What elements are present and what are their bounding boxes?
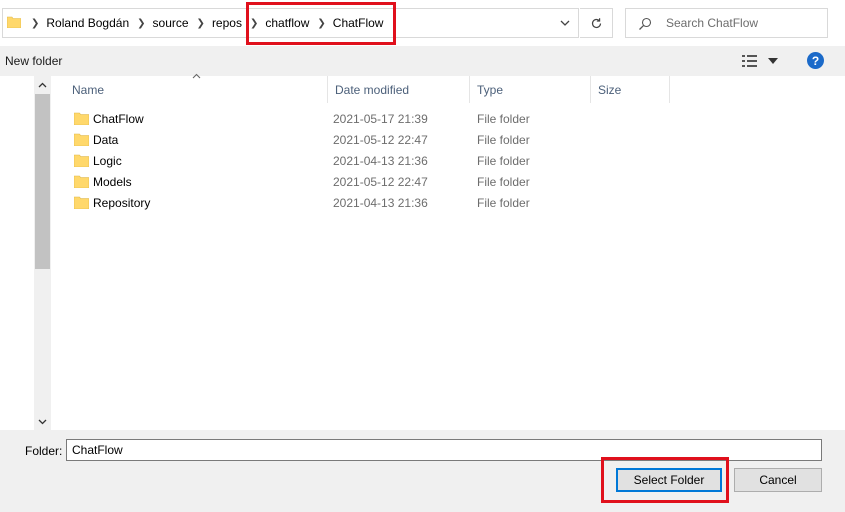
item-type: File folder (477, 133, 530, 147)
item-date: 2021-05-12 22:47 (333, 175, 428, 189)
details-view-icon (742, 55, 757, 67)
item-date: 2021-04-13 21:36 (333, 154, 428, 168)
search-icon (639, 17, 652, 30)
item-name: ChatFlow (93, 112, 144, 126)
item-date: 2021-05-17 21:39 (333, 112, 428, 126)
list-item[interactable]: Models 2021-05-12 22:47 File folder (51, 171, 671, 192)
item-type: File folder (477, 112, 530, 126)
folder-icon (74, 112, 89, 125)
list-item[interactable]: Logic 2021-04-13 21:36 File folder (51, 150, 671, 171)
vertical-scrollbar[interactable] (34, 76, 51, 430)
caret-down-icon (768, 58, 778, 64)
folder-label: Folder: (25, 444, 63, 458)
item-name: Repository (93, 196, 151, 210)
chevron-up-icon (38, 82, 47, 87)
view-options-button[interactable] (742, 52, 782, 70)
breadcrumb-item-chatflow[interactable]: chatflow (265, 16, 309, 30)
chevron-right-icon[interactable]: ❯ (137, 18, 145, 29)
breadcrumb-item-source[interactable]: source (153, 16, 189, 30)
folder-icon (74, 133, 89, 146)
item-type: File folder (477, 196, 530, 210)
chevron-right-icon[interactable]: ❯ (317, 18, 325, 29)
column-header-date-modified[interactable]: Date modified (328, 76, 470, 103)
item-date: 2021-04-13 21:36 (333, 196, 428, 210)
svg-text:?: ? (812, 54, 819, 68)
chevron-right-icon[interactable]: ❯ (250, 18, 258, 29)
folder-icon (7, 16, 21, 28)
chevron-right-icon[interactable]: ❯ (197, 18, 205, 29)
cancel-button[interactable]: Cancel (734, 468, 822, 492)
search-placeholder[interactable]: Search ChatFlow (666, 16, 758, 30)
item-type: File folder (477, 154, 530, 168)
file-list[interactable]: Name Date modified Type Size ChatFlow 20… (51, 73, 845, 430)
breadcrumb-item-user[interactable]: Roland Bogdán (46, 16, 129, 30)
item-type: File folder (477, 175, 530, 189)
breadcrumb: ❯ Roland Bogdán ❯ source ❯ repos ❯ chatf… (23, 9, 383, 37)
folder-name-input[interactable] (66, 439, 822, 461)
column-header-name[interactable]: Name (65, 76, 328, 103)
folder-icon (74, 175, 89, 188)
list-item[interactable]: Repository 2021-04-13 21:36 File folder (51, 192, 671, 213)
navigation-pane[interactable] (0, 76, 34, 430)
scroll-down-button[interactable] (34, 413, 51, 430)
chevron-down-icon[interactable] (558, 16, 572, 30)
column-header-size[interactable]: Size (591, 76, 670, 103)
scrollbar-thumb[interactable] (35, 94, 50, 269)
scroll-up-button[interactable] (34, 76, 51, 93)
item-name: Models (93, 175, 132, 189)
refresh-icon (591, 17, 601, 28)
help-icon[interactable]: ? (807, 52, 824, 69)
item-name: Logic (93, 154, 122, 168)
chevron-down-icon (38, 419, 47, 424)
refresh-button[interactable] (580, 8, 613, 38)
chevron-right-icon: ❯ (31, 17, 40, 29)
breadcrumb-item-chatflow-current[interactable]: ChatFlow (333, 16, 384, 30)
list-item[interactable]: ChatFlow 2021-05-17 21:39 File folder (51, 108, 671, 129)
toolbar: New folder ? (0, 46, 845, 76)
search-box[interactable]: Search ChatFlow (625, 8, 828, 38)
item-name: Data (93, 133, 119, 147)
folder-icon (74, 196, 89, 209)
dialog-footer: Folder: Select Folder Cancel (0, 430, 845, 512)
list-item[interactable]: Data 2021-05-12 22:47 File folder (51, 129, 671, 150)
breadcrumb-item-repos[interactable]: repos (212, 16, 242, 30)
item-date: 2021-05-12 22:47 (333, 133, 428, 147)
column-header-type[interactable]: Type (470, 76, 591, 103)
new-folder-button[interactable]: New folder (5, 54, 62, 68)
address-bar[interactable]: ❯ Roland Bogdán ❯ source ❯ repos ❯ chatf… (2, 8, 579, 38)
folder-icon (74, 154, 89, 167)
select-folder-button[interactable]: Select Folder (616, 468, 722, 492)
